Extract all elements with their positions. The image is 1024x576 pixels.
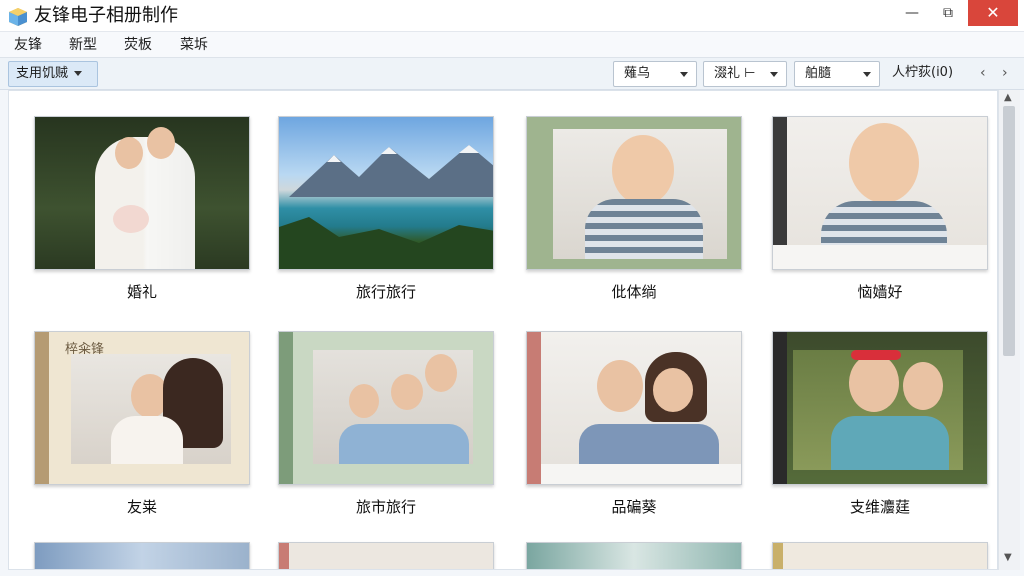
- album-label: 仳体绱: [611, 283, 657, 301]
- album-card[interactable]: [34, 542, 250, 569]
- menu-bar: 友锋 新型 荧板 菜坼: [0, 32, 1024, 58]
- chevron-down-icon: [770, 72, 778, 77]
- menu-item-file[interactable]: 友锋: [14, 36, 42, 54]
- mother-child-photo-icon: 椊籴锋: [34, 331, 250, 485]
- menu-item-new[interactable]: 新型: [69, 36, 97, 54]
- prev-page-icon[interactable]: ‹: [980, 64, 986, 82]
- app-logo-icon: [9, 8, 27, 26]
- album-card[interactable]: 婚礼: [34, 116, 250, 301]
- scroll-down-icon[interactable]: ▼: [1004, 552, 1012, 563]
- minimize-button[interactable]: —: [894, 0, 930, 26]
- next-page-icon[interactable]: ›: [1002, 64, 1008, 82]
- album-card[interactable]: [526, 542, 742, 569]
- dropdown-label: 舶膸: [805, 66, 832, 81]
- menu-item-template[interactable]: 荧板: [124, 36, 152, 54]
- album-card[interactable]: 支维灋莛: [772, 331, 988, 516]
- title-bar: 友锋电子相册制作 — ⧉ ✕: [0, 0, 1024, 32]
- filter-dropdown-1[interactable]: 薙乌: [613, 61, 697, 87]
- album-card[interactable]: 恼嫱好: [772, 116, 988, 301]
- mother-child-photo-icon: [526, 331, 742, 485]
- toolbar: 支用饥贼 薙乌 涰礼 ⊢ 舶膸 人柠荻(i0) ‹ ›: [0, 58, 1024, 90]
- album-count-label: 人柠荻(i0): [892, 65, 954, 80]
- album-label: 品碥葵: [611, 498, 657, 516]
- album-card[interactable]: 旅行旅行: [278, 116, 494, 301]
- family-photo-icon: [278, 331, 494, 485]
- baby-photo-icon: [772, 116, 988, 270]
- maximize-button[interactable]: ⧉: [930, 0, 966, 26]
- close-button[interactable]: ✕: [968, 0, 1018, 26]
- album-card[interactable]: 品碥葵: [526, 331, 742, 516]
- baby-photo-icon: [526, 116, 742, 270]
- photo-icon: [526, 542, 742, 569]
- album-label: 婚礼: [126, 283, 157, 301]
- dropdown-label: 涰礼 ⊢: [714, 66, 756, 81]
- scrollbar-thumb[interactable]: [1003, 106, 1015, 356]
- album-label: 旅行旅行: [355, 283, 416, 301]
- wedding-photo-icon: [34, 116, 250, 270]
- chevron-down-icon: [680, 72, 688, 77]
- album-card[interactable]: 旅市旅行: [278, 331, 494, 516]
- photo-icon: [34, 542, 250, 569]
- album-label: 支维灋莛: [849, 498, 910, 516]
- album-card[interactable]: 椊籴锋 友粜: [34, 331, 250, 516]
- album-label: 旅市旅行: [355, 498, 416, 516]
- scroll-up-icon[interactable]: ▲: [1004, 92, 1012, 103]
- dropdown-label: 薙乌: [624, 66, 651, 81]
- mountain-lake-photo-icon: [278, 116, 494, 270]
- photo-icon: [278, 542, 494, 569]
- chevron-down-icon: [863, 72, 871, 77]
- album-label: 友粜: [126, 498, 157, 516]
- menu-item-help[interactable]: 菜坼: [180, 36, 208, 54]
- theme-button-label: 支用饥贼: [16, 66, 69, 81]
- theme-dropdown-button[interactable]: 支用饥贼: [8, 61, 98, 87]
- vertical-scrollbar[interactable]: ▲ ▼: [998, 90, 1020, 570]
- album-card[interactable]: [772, 542, 988, 569]
- chevron-down-icon: [74, 71, 83, 76]
- album-card[interactable]: [278, 542, 494, 569]
- window-title: 友锋电子相册制作: [34, 5, 178, 26]
- girls-photo-icon: [772, 331, 988, 485]
- filter-dropdown-2[interactable]: 涰礼 ⊢: [703, 61, 787, 87]
- album-label: 恼嫱好: [857, 283, 903, 301]
- filter-dropdown-3[interactable]: 舶膸: [794, 61, 880, 87]
- album-gallery: 婚礼 旅行旅行 仳体绱 恼嫱好 椊籴锋 友粜 旅市旅行 品碥葵 支维灋莛: [8, 90, 998, 570]
- album-card[interactable]: 仳体绱: [526, 116, 742, 301]
- photo-icon: [772, 542, 988, 569]
